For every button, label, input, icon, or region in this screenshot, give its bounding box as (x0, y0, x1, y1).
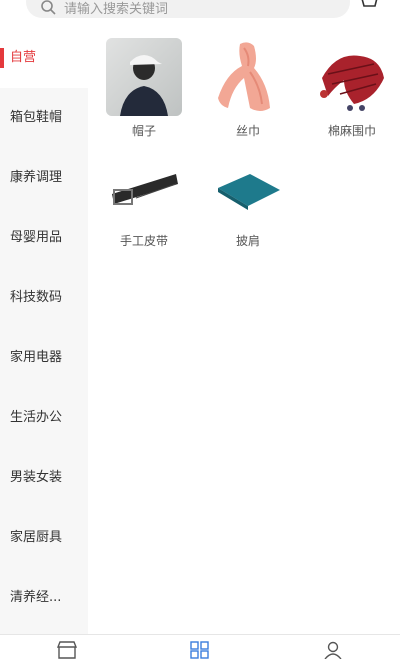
search-input[interactable]: 请输入搜索关键词 (26, 0, 350, 18)
sidebar-item-home-kitchen[interactable]: 家居厨具 (0, 508, 88, 568)
product-label: 棉麻围巾 (327, 124, 376, 138)
pink-silk-scarf-photo (210, 38, 286, 116)
product-item-hat[interactable]: 帽子 (96, 38, 192, 148)
sidebar-item-more[interactable]: 清养经... (0, 568, 88, 628)
product-item-leather-belt[interactable]: 手工皮带 (96, 148, 192, 258)
product-label: 帽子 (131, 124, 156, 138)
store-icon[interactable] (56, 641, 78, 659)
product-label: 披肩 (235, 234, 260, 248)
sidebar-item-home-appliances[interactable]: 家用电器 (0, 328, 88, 388)
product-item-cotton-scarf[interactable]: 棉麻围巾 (304, 38, 400, 148)
product-item-shawl[interactable]: 披肩 (200, 148, 296, 258)
sidebar-item-health-care[interactable]: 康养调理 (0, 148, 88, 208)
search-icon (41, 0, 56, 15)
sidebar-item-apparel[interactable]: 男装女装 (0, 448, 88, 508)
bottom-tab-bar (0, 634, 400, 659)
sidebar-item-tech-digital[interactable]: 科技数码 (0, 268, 88, 328)
product-grid-area: 帽子 丝巾 棉麻围巾 手工皮带 披肩 (88, 28, 400, 634)
sidebar-item-life-office[interactable]: 生活办公 (0, 388, 88, 448)
search-placeholder: 请输入搜索关键词 (64, 1, 169, 17)
person-with-cap-photo (106, 38, 182, 116)
profile-icon[interactable] (322, 641, 344, 659)
cart-icon[interactable] (356, 0, 378, 12)
category-grid-icon[interactable] (189, 641, 211, 659)
teal-shawl-photo (210, 148, 286, 226)
top-bar: 请输入搜索关键词 (0, 0, 400, 28)
product-label: 丝巾 (235, 124, 260, 138)
sidebar-item-ziying[interactable]: 自营 (0, 28, 88, 88)
sidebar-item-maternal-baby[interactable]: 母婴用品 (0, 208, 88, 268)
category-sidebar: 自营 箱包鞋帽 康养调理 母婴用品 科技数码 家用电器 生活办公 男装女装 家居… (0, 28, 88, 634)
sidebar-item-bags-shoes-hats[interactable]: 箱包鞋帽 (0, 88, 88, 148)
red-cotton-scarf-photo (314, 38, 390, 116)
product-item-silk-scarf[interactable]: 丝巾 (200, 38, 296, 148)
product-label: 手工皮带 (119, 234, 168, 248)
leather-belt-photo (106, 148, 182, 226)
